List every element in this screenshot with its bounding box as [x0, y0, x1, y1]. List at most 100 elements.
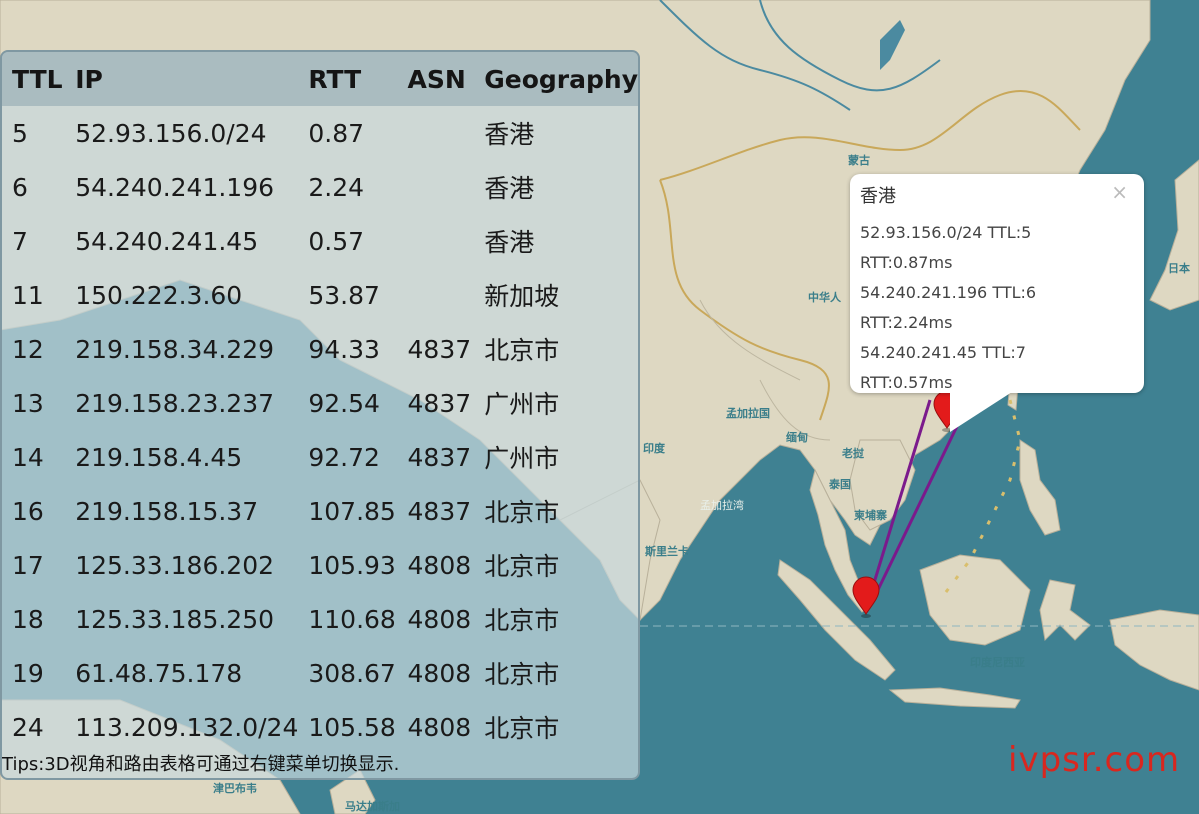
cell-geo: 香港: [484, 228, 535, 257]
cell-ttl: 14: [12, 442, 44, 472]
cell-ttl: 7: [12, 226, 28, 256]
cell-rtt: 2.24: [308, 172, 365, 202]
cell-rtt: 308.67: [308, 658, 396, 688]
cell-asn: [398, 214, 475, 268]
cell-asn: [398, 160, 475, 214]
watermark-logo: ivpsr.com: [1008, 740, 1181, 780]
cell-ip: 219.158.4.45: [75, 442, 243, 472]
cell-asn: 4837: [407, 442, 472, 472]
cell-asn: 4837: [407, 388, 472, 418]
cell-geo: 北京市: [484, 336, 560, 365]
cell-ip: 219.158.15.37: [75, 496, 259, 526]
cell-asn: 4837: [407, 496, 472, 526]
table-row[interactable]: 18 125.33.185.250 110.68 4808 北京市: [2, 592, 638, 646]
cell-rtt: 53.87: [308, 280, 380, 310]
map-label-india: 印度: [643, 441, 666, 455]
column-header-ip: IP: [65, 52, 299, 106]
cell-ttl: 12: [12, 334, 44, 364]
popup-line: 54.240.241.196 TTL:6: [860, 283, 1037, 302]
cell-ip: 113.209.132.0/24: [75, 712, 299, 742]
map-label-myanmar: 缅甸: [786, 430, 808, 444]
cell-ttl: 17: [12, 550, 44, 580]
cell-rtt: 110.68: [308, 604, 396, 634]
route-table-panel: TTL IP RTT ASN Geography 5 52.93.156.0/24…: [0, 50, 640, 780]
table-row[interactable]: 5 52.93.156.0/24 0.87 香港: [2, 106, 638, 160]
map-label-japan: 日本: [1168, 261, 1190, 275]
cell-geo: 新加坡: [484, 282, 560, 311]
map-label-madagascar: 马达加斯加: [345, 799, 400, 813]
cell-ip: 125.33.185.250: [75, 604, 275, 634]
column-header-geography: Geography: [474, 52, 638, 106]
cell-rtt: 92.72: [308, 442, 380, 472]
cell-geo: 北京市: [484, 606, 560, 635]
map-label-cambodia: 柬埔寨: [854, 508, 887, 522]
map-label-sri-lanka: 斯里兰卡: [645, 544, 689, 558]
cell-geo: 香港: [484, 120, 535, 149]
table-row[interactable]: 17 125.33.186.202 105.93 4808 北京市: [2, 538, 638, 592]
column-header-rtt: RTT: [298, 52, 398, 106]
cell-rtt: 92.54: [308, 388, 380, 418]
cell-rtt: 107.85: [308, 496, 396, 526]
cell-asn: [398, 268, 475, 322]
route-table: TTL IP RTT ASN Geography 5 52.93.156.0/24…: [2, 52, 638, 754]
cell-asn: [398, 106, 475, 160]
cell-asn: 4808: [407, 604, 472, 634]
table-header-row: TTL IP RTT ASN Geography: [2, 52, 638, 106]
cell-geo: 香港: [484, 174, 535, 203]
popup-line: 54.240.241.45 TTL:7: [860, 343, 1026, 362]
map-label-bangladesh: 孟加拉国: [726, 406, 770, 420]
popup-line: 52.93.156.0/24 TTL:5: [860, 223, 1032, 242]
cell-rtt: 105.93: [308, 550, 396, 580]
table-row[interactable]: 7 54.240.241.45 0.57 香港: [2, 214, 638, 268]
cell-ttl: 5: [12, 118, 28, 148]
cell-asn: 4808: [407, 550, 472, 580]
popup-line: RTT:2.24ms: [860, 313, 953, 332]
table-row[interactable]: 24 113.209.132.0/24 105.58 4808 北京市: [2, 700, 638, 754]
info-popup: 香港 × 52.93.156.0/24 TTL:5 RTT:0.87ms 54.…: [850, 174, 1144, 393]
table-row[interactable]: 13 219.158.23.237 92.54 4837 广州市: [2, 376, 638, 430]
cell-ip: 219.158.34.229: [75, 334, 275, 364]
cell-geo: 北京市: [484, 552, 560, 581]
cell-ip: 54.240.241.45: [75, 226, 259, 256]
cell-rtt: 94.33: [308, 334, 380, 364]
cell-geo: 广州市: [484, 390, 560, 419]
cell-rtt: 0.57: [308, 226, 365, 256]
map-label-bay-of-bengal: 孟加拉湾: [700, 498, 744, 512]
cell-ttl: 24: [12, 712, 44, 742]
cell-ip: 54.240.241.196: [75, 172, 275, 202]
cell-geo: 广州市: [484, 444, 560, 473]
cell-ttl: 11: [12, 280, 44, 310]
table-row[interactable]: 12 219.158.34.229 94.33 4837 北京市: [2, 322, 638, 376]
cell-ip: 150.222.3.60: [75, 280, 243, 310]
map-label-laos: 老挝: [841, 446, 865, 460]
popup-title: 香港: [860, 186, 896, 207]
cell-rtt: 0.87: [308, 118, 365, 148]
map-label-indonesia: 印度尼西亚: [970, 655, 1025, 669]
table-row[interactable]: 6 54.240.241.196 2.24 香港: [2, 160, 638, 214]
map-label-thailand: 泰国: [828, 477, 851, 491]
close-icon[interactable]: ×: [1111, 180, 1128, 204]
popup-line: RTT:0.87ms: [860, 253, 953, 272]
table-row[interactable]: 11 150.222.3.60 53.87 新加坡: [2, 268, 638, 322]
popup-pointer: [950, 392, 1012, 432]
cell-ttl: 16: [12, 496, 44, 526]
cell-ip: 61.48.75.178: [75, 658, 243, 688]
cell-ip: 125.33.186.202: [75, 550, 275, 580]
cell-geo: 北京市: [484, 660, 560, 689]
cell-ttl: 6: [12, 172, 28, 202]
cell-asn: 4808: [407, 712, 472, 742]
table-row[interactable]: 14 219.158.4.45 92.72 4837 广州市: [2, 430, 638, 484]
column-header-ttl: TTL: [2, 52, 66, 106]
cell-geo: 北京市: [484, 498, 560, 527]
cell-geo: 北京市: [484, 714, 560, 743]
column-header-asn: ASN: [397, 52, 475, 106]
map-label-china: 中华人: [808, 290, 842, 304]
map-label-mongolia: 蒙古: [848, 153, 870, 167]
cell-ip: 52.93.156.0/24: [75, 118, 267, 148]
table-row[interactable]: 16 219.158.15.37 107.85 4837 北京市: [2, 484, 638, 538]
cell-asn: 4808: [407, 658, 472, 688]
cell-ttl: 18: [12, 604, 44, 634]
table-row[interactable]: 19 61.48.75.178 308.67 4808 北京市: [2, 646, 638, 700]
tips-text: Tips:3D视角和路由表格可通过右键菜单切换显示.: [2, 754, 400, 775]
cell-asn: 4837: [407, 334, 472, 364]
